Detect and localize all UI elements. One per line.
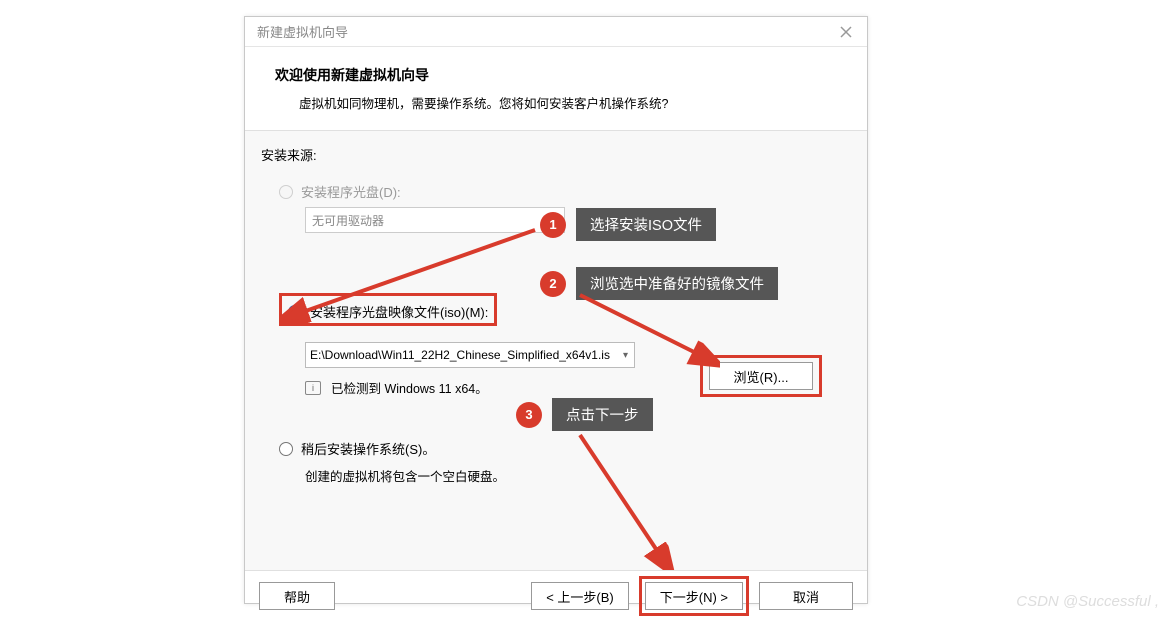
radio-disc[interactable]: 安装程序光盘(D): xyxy=(279,182,851,201)
callout-text-1: 选择安装ISO文件 xyxy=(576,208,716,241)
radio-disc-label: 安装程序光盘(D): xyxy=(301,182,401,201)
radio-later-label: 稍后安装操作系统(S)。 xyxy=(301,439,435,458)
browse-button-highlight: 浏览(R)... xyxy=(700,355,822,397)
dialog-header: 欢迎使用新建虚拟机向导 虚拟机如同物理机，需要操作系统。您将如何安装客户机操作系… xyxy=(245,47,867,131)
titlebar: 新建虚拟机向导 xyxy=(245,17,867,47)
iso-path-value: E:\Download\Win11_22H2_Chinese_Simplifie… xyxy=(310,348,610,362)
radio-later[interactable]: 稍后安装操作系统(S)。 xyxy=(279,439,851,458)
disc-dropdown-value: 无可用驱动器 xyxy=(312,212,384,229)
callout-badge-2: 2 xyxy=(540,271,566,297)
header-title: 欢迎使用新建虚拟机向导 xyxy=(275,65,837,85)
browse-button[interactable]: 浏览(R)... xyxy=(709,362,813,390)
callout-1: 1 选择安装ISO文件 xyxy=(540,208,716,241)
radio-iso-label: 安装程序光盘映像文件(iso)(M): xyxy=(310,302,488,321)
wizard-dialog: 新建虚拟机向导 欢迎使用新建虚拟机向导 虚拟机如同物理机，需要操作系统。您将如何… xyxy=(244,16,868,604)
radio-disc-input xyxy=(279,185,293,199)
help-button[interactable]: 帮助 xyxy=(259,582,335,610)
radio-iso-highlight: 安装程序光盘映像文件(iso)(M): xyxy=(279,293,497,326)
info-icon: i xyxy=(305,381,321,395)
close-icon[interactable] xyxy=(837,23,855,41)
radio-later-desc: 创建的虚拟机将包含一个空白硬盘。 xyxy=(305,466,851,485)
radio-later-input[interactable] xyxy=(279,442,293,456)
callout-badge-3: 3 xyxy=(516,402,542,428)
callout-text-3: 点击下一步 xyxy=(552,398,653,431)
header-subtitle: 虚拟机如同物理机，需要操作系统。您将如何安装客户机操作系统? xyxy=(299,93,837,112)
iso-path-input[interactable]: E:\Download\Win11_22H2_Chinese_Simplifie… xyxy=(305,342,635,368)
callout-3: 3 点击下一步 xyxy=(516,398,653,431)
watermark: CSDN @Successful , xyxy=(1016,593,1159,610)
dialog-content: 安装来源: 安装程序光盘(D): 无可用驱动器 ▾ 安装程序光盘映像文件(iso… xyxy=(245,131,867,571)
callout-2: 2 浏览选中准备好的镜像文件 xyxy=(540,267,778,300)
cancel-button[interactable]: 取消 xyxy=(759,582,853,610)
dialog-footer: 帮助 < 上一步(B) 下一步(N) > 取消 xyxy=(245,571,867,621)
detected-text: 已检测到 Windows 11 x64。 xyxy=(331,378,488,397)
next-button[interactable]: 下一步(N) > xyxy=(645,582,743,610)
dialog-title: 新建虚拟机向导 xyxy=(257,22,348,41)
callout-badge-1: 1 xyxy=(540,212,566,238)
callout-text-2: 浏览选中准备好的镜像文件 xyxy=(576,267,778,300)
chevron-down-icon[interactable]: ▾ xyxy=(623,350,628,361)
radio-iso-input[interactable] xyxy=(288,305,302,319)
install-source-label: 安装来源: xyxy=(261,145,851,164)
radio-iso[interactable]: 安装程序光盘映像文件(iso)(M): xyxy=(288,302,488,321)
disc-dropdown: 无可用驱动器 ▾ xyxy=(305,207,565,233)
next-button-highlight: 下一步(N) > xyxy=(639,576,749,616)
back-button[interactable]: < 上一步(B) xyxy=(531,582,629,610)
